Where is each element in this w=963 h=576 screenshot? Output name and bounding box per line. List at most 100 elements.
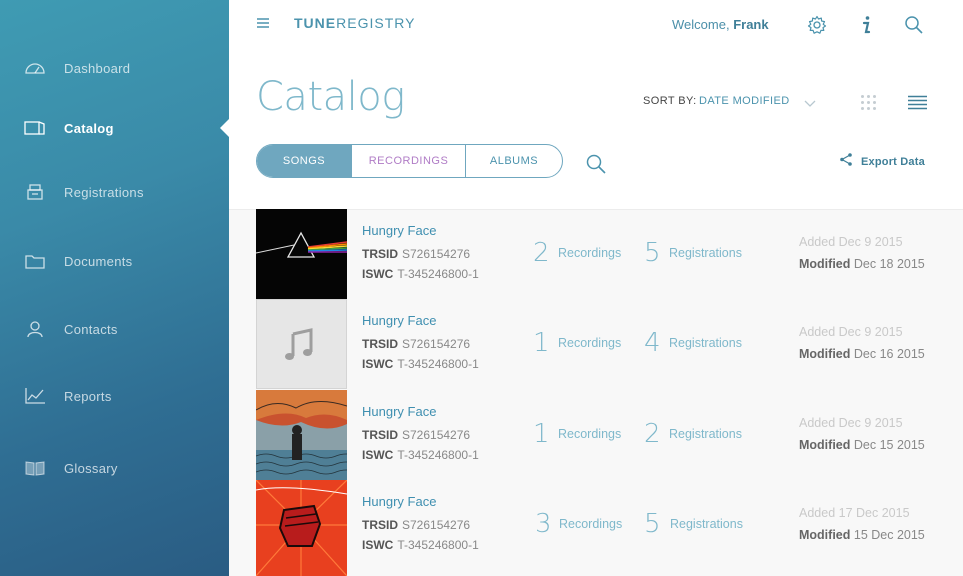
trsid-line: TRSID S726154276 bbox=[362, 337, 470, 351]
active-indicator bbox=[220, 119, 229, 137]
registrations-count[interactable]: 4 bbox=[644, 330, 661, 356]
iswc-line: ISWC T-345246800-1 bbox=[362, 357, 479, 371]
album-art-prism bbox=[256, 209, 347, 299]
sidebar: Dashboard Catalog Registrations Document… bbox=[0, 0, 229, 576]
list-item[interactable]: Hungry Face TRSID S726154276 ISWC T-345246… bbox=[256, 480, 963, 576]
trsid-line: TRSID S726154276 bbox=[362, 247, 470, 261]
search-icon[interactable] bbox=[585, 153, 607, 175]
tab-songs[interactable]: SONGS bbox=[257, 145, 351, 177]
recordings-count[interactable]: 1 bbox=[533, 330, 550, 356]
catalog-icon bbox=[24, 118, 46, 138]
added-label: Added bbox=[799, 325, 836, 339]
trsid-line: TRSID S726154276 bbox=[362, 428, 470, 442]
sidebar-item-catalog[interactable]: Catalog bbox=[0, 108, 229, 148]
iswc-label: ISWC bbox=[362, 538, 394, 552]
sidebar-item-label: Dashboard bbox=[64, 60, 131, 76]
recordings-count[interactable]: 1 bbox=[533, 421, 550, 447]
modified-date: Modified Dec 16 2015 bbox=[799, 347, 925, 361]
share-icon bbox=[840, 153, 852, 171]
logo-bold: TUNE bbox=[294, 15, 337, 31]
iswc-value: T-345246800-1 bbox=[397, 357, 479, 371]
search-icon[interactable] bbox=[903, 14, 925, 36]
song-title[interactable]: Hungry Face bbox=[362, 494, 436, 509]
recordings-label[interactable]: Recordings bbox=[558, 427, 621, 441]
trsid-label: TRSID bbox=[362, 247, 398, 261]
sort-by-dropdown[interactable]: DATE MODIFIED bbox=[699, 95, 790, 107]
sidebar-item-label: Documents bbox=[64, 253, 133, 269]
sidebar-item-dashboard[interactable]: Dashboard bbox=[0, 48, 229, 88]
modified-label: Modified bbox=[799, 528, 851, 542]
trsid-label: TRSID bbox=[362, 518, 398, 532]
export-data-label: Export Data bbox=[861, 156, 925, 168]
trsid-value: S726154276 bbox=[402, 247, 471, 261]
export-data-button[interactable]: Export Data bbox=[840, 153, 925, 171]
page-title: Catalog bbox=[256, 74, 405, 120]
sidebar-item-contacts[interactable]: Contacts bbox=[0, 309, 229, 349]
iswc-label: ISWC bbox=[362, 267, 394, 281]
trsid-label: TRSID bbox=[362, 428, 398, 442]
sidebar-item-label: Catalog bbox=[64, 120, 114, 136]
sidebar-item-reports[interactable]: Reports bbox=[0, 376, 229, 416]
recordings-label[interactable]: Recordings bbox=[558, 246, 621, 260]
list-item[interactable]: Hungry Face TRSID S726154276 ISWC T-345246… bbox=[256, 299, 963, 389]
trsid-line: TRSID S726154276 bbox=[362, 518, 470, 532]
modified-label: Modified bbox=[799, 347, 851, 361]
recordings-count[interactable]: 2 bbox=[533, 240, 550, 266]
registrations-count[interactable]: 5 bbox=[644, 240, 661, 266]
chevron-down-icon[interactable] bbox=[803, 96, 817, 107]
welcome-prefix: Welcome, bbox=[672, 17, 730, 32]
sidebar-item-registrations[interactable]: Registrations bbox=[0, 172, 229, 212]
iswc-line: ISWC T-345246800-1 bbox=[362, 538, 479, 552]
modified-date: Modified Dec 15 2015 bbox=[799, 438, 925, 452]
modified-date: Modified Dec 18 2015 bbox=[799, 257, 925, 271]
list-item[interactable]: Hungry Face TRSID S726154276 ISWC T-345246… bbox=[256, 209, 963, 299]
contact-icon bbox=[24, 319, 46, 339]
recordings-count[interactable]: 3 bbox=[535, 511, 552, 537]
recordings-label[interactable]: Recordings bbox=[558, 336, 621, 350]
song-title[interactable]: Hungry Face bbox=[362, 313, 436, 328]
list-item[interactable]: Hungry Face TRSID S726154276 ISWC T-345246… bbox=[256, 390, 963, 480]
song-title[interactable]: Hungry Face bbox=[362, 223, 436, 238]
user-name[interactable]: Frank bbox=[733, 17, 768, 32]
app-logo[interactable]: TUNEREGISTRY bbox=[294, 15, 415, 31]
tab-recordings[interactable]: RECORDINGS bbox=[351, 145, 465, 177]
modified-date: Modified 15 Dec 2015 bbox=[799, 528, 925, 542]
added-date: Added Dec 9 2015 bbox=[799, 416, 903, 430]
list-view-icon[interactable] bbox=[908, 95, 927, 110]
welcome-message: Welcome, Frank bbox=[672, 17, 769, 32]
album-art-illustrated bbox=[256, 390, 347, 480]
sidebar-item-documents[interactable]: Documents bbox=[0, 241, 229, 281]
sidebar-item-label: Registrations bbox=[64, 184, 144, 200]
registrations-count[interactable]: 2 bbox=[644, 421, 661, 447]
added-value: 17 Dec 2015 bbox=[838, 506, 910, 520]
song-title[interactable]: Hungry Face bbox=[362, 404, 436, 419]
added-label: Added bbox=[799, 416, 836, 430]
logo-light: REGISTRY bbox=[336, 15, 416, 31]
registrations-label[interactable]: Registrations bbox=[669, 246, 742, 260]
trsid-value: S726154276 bbox=[402, 337, 471, 351]
sidebar-item-glossary[interactable]: Glossary bbox=[0, 448, 229, 488]
recordings-label[interactable]: Recordings bbox=[559, 517, 622, 531]
registrations-count[interactable]: 5 bbox=[644, 511, 661, 537]
sort-by-label: SORT BY: bbox=[643, 95, 697, 107]
iswc-line: ISWC T-345246800-1 bbox=[362, 448, 479, 462]
sidebar-item-label: Glossary bbox=[64, 460, 118, 476]
iswc-label: ISWC bbox=[362, 357, 394, 371]
added-value: Dec 9 2015 bbox=[838, 325, 903, 339]
registrations-label[interactable]: Registrations bbox=[669, 427, 742, 441]
registrations-label[interactable]: Registrations bbox=[670, 517, 743, 531]
added-date: Added 17 Dec 2015 bbox=[799, 506, 910, 520]
view-tabs: SONGS RECORDINGS ALBUMS bbox=[256, 144, 563, 178]
tab-albums[interactable]: ALBUMS bbox=[465, 145, 562, 177]
modified-label: Modified bbox=[799, 257, 851, 271]
info-icon[interactable] bbox=[855, 14, 877, 36]
iswc-value: T-345246800-1 bbox=[397, 267, 479, 281]
settings-gear-icon[interactable] bbox=[806, 14, 828, 36]
grid-view-icon[interactable] bbox=[860, 94, 877, 111]
modified-value: Dec 18 2015 bbox=[853, 257, 925, 271]
modified-value: Dec 16 2015 bbox=[853, 347, 925, 361]
registrations-label[interactable]: Registrations bbox=[669, 336, 742, 350]
trsid-label: TRSID bbox=[362, 337, 398, 351]
dashboard-icon bbox=[24, 58, 46, 78]
menu-icon[interactable] bbox=[256, 16, 270, 30]
